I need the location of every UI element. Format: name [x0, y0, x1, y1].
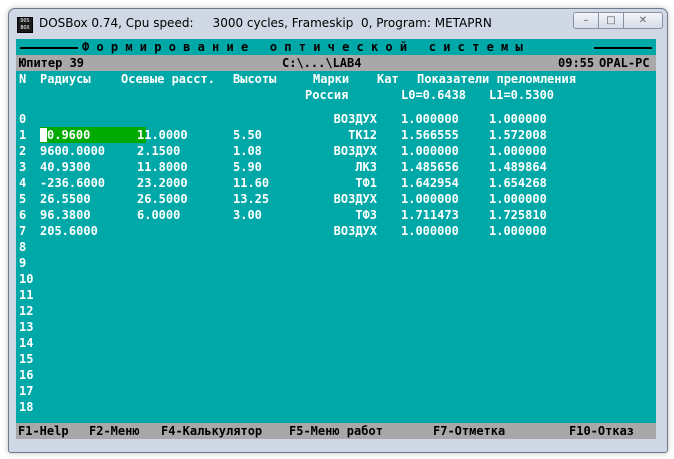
axial-distance-cell[interactable]: 6.0000	[137, 207, 180, 223]
f1-help-key[interactable]: F1-Help	[18, 423, 69, 439]
glass-mark-cell[interactable]: ТФ3	[355, 207, 377, 223]
minimize-button[interactable]: –	[573, 12, 599, 29]
glass-mark-cell[interactable]: ВОЗДУХ	[334, 223, 377, 239]
row-number: 16	[19, 368, 34, 382]
row-number: 18	[19, 400, 34, 414]
row-number: 14	[19, 336, 34, 350]
axial-distance-cell[interactable]: 23.2000	[137, 175, 188, 191]
index-l1-cell: 1.725810	[489, 208, 547, 222]
dos-screen[interactable]: Ф о р м и р о в а н и е о п т и ч е с к …	[16, 39, 656, 439]
glass-mark-cell[interactable]: ТК12	[348, 127, 377, 143]
col-axial: Осевые расст.	[121, 72, 215, 86]
radius-cell[interactable]: 26.5500	[40, 191, 91, 207]
radius-cell[interactable]: 40.9300	[40, 159, 91, 175]
height-cell[interactable]: 5.50	[233, 127, 262, 143]
f4-calculator-key[interactable]: F4-Калькулятор	[161, 423, 262, 439]
host-name: OPAL-PC	[599, 56, 650, 70]
height-cell[interactable]: 1.08	[233, 143, 262, 159]
index-l0-cell: 1.000000	[401, 224, 459, 238]
col-marks-sub: Россия	[305, 88, 349, 102]
index-l1-cell: 1.000000	[489, 144, 547, 158]
height-cell[interactable]: 11.60	[233, 175, 269, 191]
f7-mark-key[interactable]: F7-Отметка	[433, 423, 505, 439]
col-l0: L0=0.6438	[401, 88, 467, 102]
function-key-bar: F1-Help F2-Меню F4-Калькулятор F5-Меню р…	[16, 423, 656, 439]
index-l0-cell: 1.642954	[401, 176, 459, 190]
axial-distance-cell[interactable]: 26.5000	[137, 191, 188, 207]
f2-menu-key[interactable]: F2-Меню	[89, 423, 140, 439]
height-cell[interactable]: 3.00	[233, 207, 262, 223]
axial-distance-cell[interactable]: 11.0000	[137, 127, 188, 143]
row-number: 17	[19, 384, 34, 398]
row-number: 0	[19, 112, 27, 126]
f10-cancel-key[interactable]: F10-Отказ	[569, 423, 634, 439]
index-l0-cell: 1.485656	[401, 160, 459, 174]
title-bar[interactable]: DOS BOX DOSBox 0.74, Cpu speed: 3000 cyc…	[9, 9, 667, 38]
row-number: 1	[19, 128, 27, 142]
glass-mark-cell[interactable]: ТФ1	[355, 175, 377, 191]
radius-cell[interactable]: -236.6000	[40, 175, 105, 191]
col-heights: Высоты	[233, 72, 277, 86]
row-number: 6	[19, 208, 27, 222]
row-number: 8	[19, 240, 27, 254]
radius-cell[interactable]: 96.3800	[40, 207, 91, 223]
row-number: 15	[19, 352, 34, 366]
height-cell[interactable]: 5.90	[233, 159, 262, 175]
height-cell[interactable]: 13.25	[233, 191, 269, 207]
program-name: Юпитер 39	[19, 56, 85, 70]
index-l1-cell: 1.572008	[489, 128, 547, 142]
current-path: C:\...\LAB4	[282, 56, 362, 70]
row-number: 13	[19, 320, 34, 334]
row-number: 2	[19, 144, 27, 158]
index-l1-cell: 1.654268	[489, 176, 547, 190]
glass-mark-cell[interactable]: ВОЗДУХ	[334, 143, 377, 159]
row-number: 12	[19, 304, 34, 318]
dosbox-window: DOS BOX DOSBox 0.74, Cpu speed: 3000 cyc…	[8, 8, 668, 453]
col-radii: Радиусы	[40, 72, 91, 86]
dosbox-app-icon[interactable]: DOS BOX	[17, 17, 33, 33]
axial-distance-cell[interactable]: 11.8000	[137, 159, 188, 175]
radius-cell[interactable]: 9600.0000	[40, 143, 105, 159]
axial-distance-cell[interactable]: 2.1500	[137, 143, 180, 159]
row-number: 9	[19, 256, 27, 270]
index-l1-cell: 1.000000	[489, 112, 547, 126]
index-l0-cell: 1.000000	[401, 144, 459, 158]
col-cat: Кат	[377, 72, 399, 86]
col-l1: L1=0.5300	[489, 88, 555, 102]
row-number: 4	[19, 176, 27, 190]
radius-cell[interactable]: 205.6000	[40, 223, 98, 239]
index-l0-cell: 1.566555	[401, 128, 459, 142]
row-number: 3	[19, 160, 27, 174]
glass-mark-cell[interactable]: ВОЗДУХ	[334, 191, 377, 207]
row-number: 11	[19, 288, 34, 302]
close-button[interactable]: ✕	[623, 12, 663, 29]
frame-line-right	[594, 47, 652, 49]
radius-cell[interactable]: 0.9600	[47, 127, 90, 143]
index-l0-cell: 1.000000	[401, 192, 459, 206]
index-l1-cell: 1.489864	[489, 160, 547, 174]
index-l1-cell: 1.000000	[489, 224, 547, 238]
maximize-button[interactable]: □	[598, 12, 624, 29]
f5-work-menu-key[interactable]: F5-Меню работ	[289, 423, 383, 439]
row-number: 5	[19, 192, 27, 206]
index-l1-cell: 1.000000	[489, 192, 547, 206]
screen-title: Ф о р м и р о в а н и е о п т и ч е с к …	[82, 39, 523, 55]
frame-line-left	[20, 47, 78, 49]
glass-mark-cell[interactable]: ВОЗДУХ	[334, 111, 377, 127]
text-cursor	[40, 128, 47, 142]
glass-mark-cell[interactable]: ЛК3	[355, 159, 377, 175]
index-l0-cell: 1.000000	[401, 112, 459, 126]
col-marks: Марки	[313, 72, 350, 86]
col-n: N	[19, 72, 27, 86]
col-indices: Показатели преломления	[417, 72, 576, 86]
row-number: 7	[19, 224, 27, 238]
index-l0-cell: 1.711473	[401, 208, 459, 222]
clock: 09:55	[558, 56, 595, 70]
window-title: DOSBox 0.74, Cpu speed: 3000 cycles, Fra…	[39, 16, 492, 30]
row-number: 10	[19, 272, 34, 286]
